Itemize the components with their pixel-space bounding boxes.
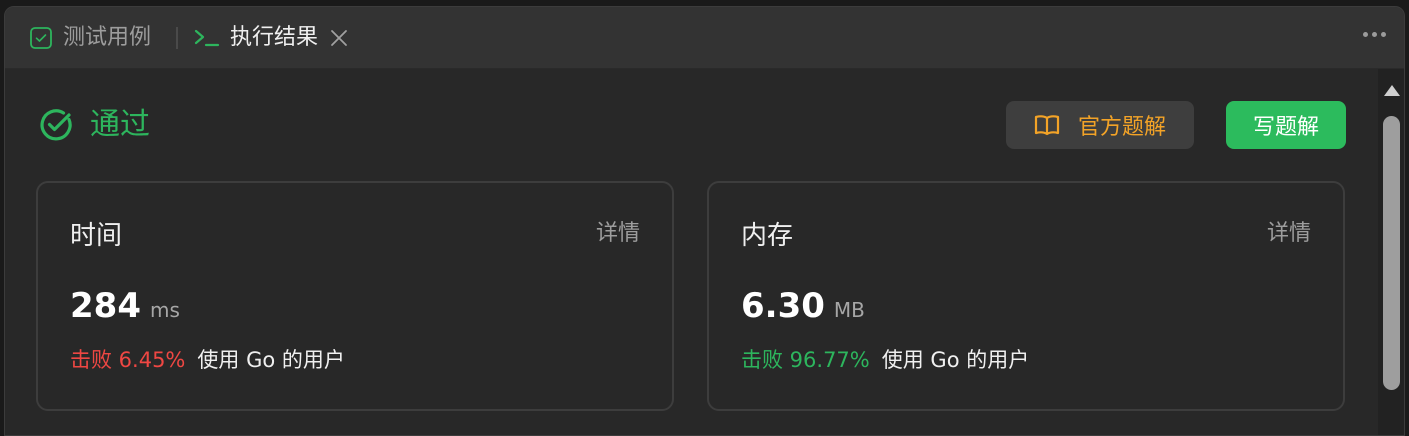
official-solution-label: 官方题解 xyxy=(1077,115,1166,140)
terminal-icon xyxy=(194,27,220,49)
time-detail-link[interactable]: 详情 xyxy=(596,223,640,245)
memory-title: 内存 xyxy=(741,221,794,251)
time-value: 284 xyxy=(70,286,141,326)
memory-detail-link[interactable]: 详情 xyxy=(1267,223,1311,245)
scroll-up-arrow-icon[interactable] xyxy=(1384,85,1400,96)
vertical-scrollbar[interactable] xyxy=(1378,69,1404,435)
result-content: 通过 官方题解 写题解 时间 详情 284 ms 击败 6.45% 使用 Go … xyxy=(5,69,1378,435)
tab-bar: 测试用例 执行结果 xyxy=(5,7,1404,69)
tab-testcases[interactable]: 测试用例 xyxy=(29,7,151,69)
check-circle-icon xyxy=(38,107,74,143)
official-solution-button[interactable]: 官方题解 xyxy=(1006,101,1194,149)
more-horizontal-icon[interactable] xyxy=(1363,32,1386,37)
result-status: 通过 xyxy=(38,107,150,143)
time-beats-suffix: 使用 Go 的用户 xyxy=(197,348,345,372)
memory-card: 内存 详情 6.30 MB 击败 96.77% 使用 Go 的用户 xyxy=(707,181,1345,411)
memory-beats-suffix: 使用 Go 的用户 xyxy=(881,348,1030,372)
time-beats: 击败 6.45% 使用 Go 的用户 xyxy=(70,350,345,371)
memory-metric: 6.30 MB xyxy=(741,289,865,323)
memory-beats-percent: 击败 96.77% xyxy=(741,348,870,372)
time-unit: ms xyxy=(149,298,180,322)
write-solution-button[interactable]: 写题解 xyxy=(1226,101,1346,149)
memory-value: 6.30 xyxy=(741,286,825,326)
result-status-label: 通过 xyxy=(90,107,150,142)
memory-unit: MB xyxy=(833,298,865,322)
tab-results[interactable]: 执行结果 xyxy=(194,7,348,69)
scroll-thumb[interactable] xyxy=(1383,116,1400,390)
time-beats-percent: 击败 6.45% xyxy=(70,348,186,372)
time-title: 时间 xyxy=(70,221,123,251)
time-metric: 284 ms xyxy=(70,289,180,323)
book-icon xyxy=(1034,114,1060,136)
result-panel: 测试用例 执行结果 通过 官方题解 写题解 时间 详情 284 ms 击败 6.… xyxy=(4,6,1405,436)
time-card: 时间 详情 284 ms 击败 6.45% 使用 Go 的用户 xyxy=(36,181,674,411)
checkbox-icon xyxy=(29,26,53,50)
tab-testcases-label: 测试用例 xyxy=(63,25,152,50)
tab-results-label: 执行结果 xyxy=(230,25,319,50)
tab-divider xyxy=(176,27,178,49)
close-icon[interactable] xyxy=(330,29,348,47)
memory-beats: 击败 96.77% 使用 Go 的用户 xyxy=(741,350,1029,371)
